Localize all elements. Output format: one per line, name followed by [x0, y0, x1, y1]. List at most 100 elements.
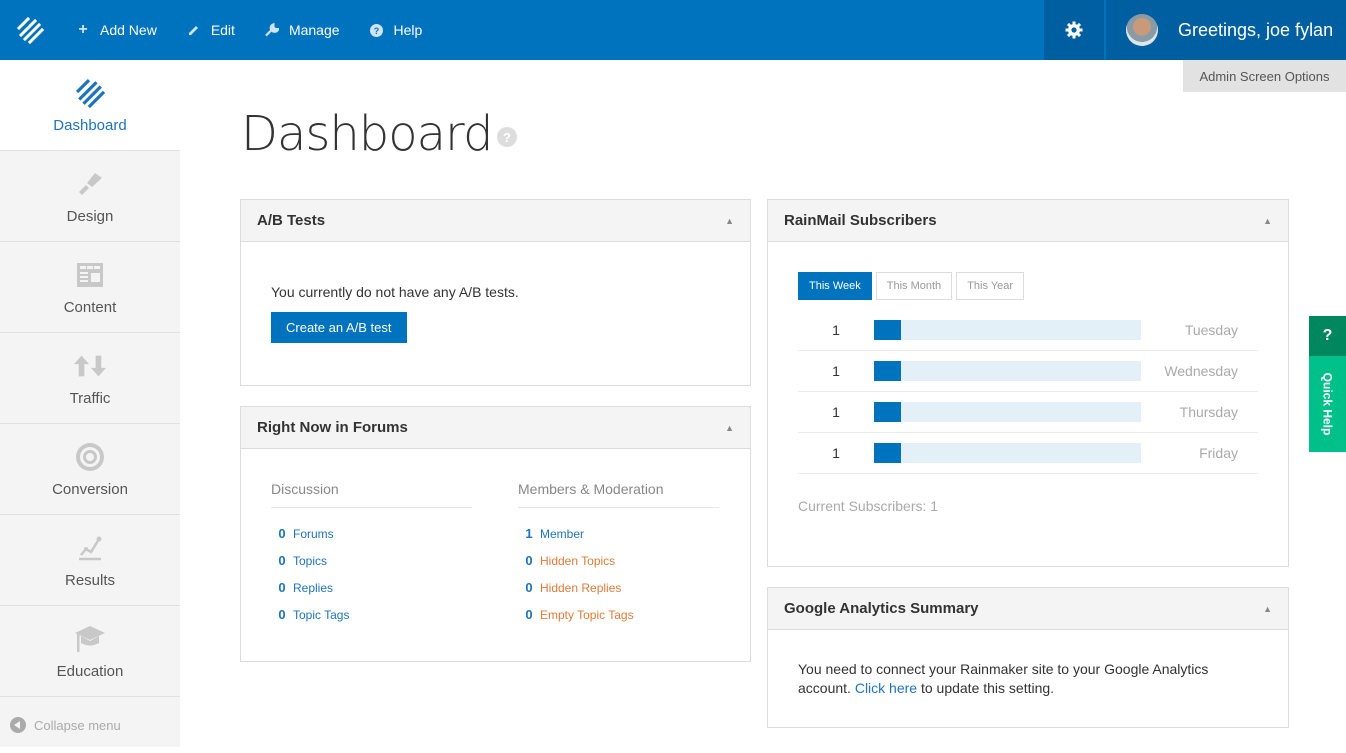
- subscriber-count: 1: [832, 322, 840, 338]
- sidebar-item-dashboard[interactable]: Dashboard: [0, 60, 180, 151]
- question-icon[interactable]: ?: [1309, 316, 1346, 356]
- subscriber-day: Thursday: [1179, 404, 1238, 420]
- subscriber-bar-fill: [874, 361, 901, 381]
- sidebar-item-design[interactable]: Design: [0, 151, 180, 242]
- forums-stat-row[interactable]: 0 Forums: [271, 520, 472, 547]
- line-chart-icon: [74, 532, 106, 564]
- panel-title: Google Analytics Summary: [784, 600, 979, 617]
- top-bar-right: Greetings, joe fylan: [1044, 0, 1346, 60]
- sidebar-item-label: Results: [64, 571, 116, 589]
- rainmaker-logo-icon[interactable]: [0, 0, 60, 60]
- question-circle-icon: ?: [370, 23, 384, 37]
- collapse-menu-button[interactable]: Collapse menu: [0, 697, 180, 753]
- member-stat-row[interactable]: 1 Member: [518, 520, 719, 547]
- stat-count: 0: [278, 580, 286, 595]
- topics-stat-row[interactable]: 0 Topics: [271, 547, 472, 574]
- up-down-arrows-icon: [74, 350, 106, 382]
- sidebar-item-label: Education: [56, 662, 124, 680]
- forums-panel: Right Now in Forums ▲ Discussion 0 Forum…: [240, 406, 751, 662]
- stat-count: 0: [278, 607, 286, 622]
- avatar[interactable]: [1126, 14, 1158, 46]
- collapse-toggle-icon[interactable]: ▲: [1263, 604, 1272, 614]
- sidebar-item-label: Design: [66, 207, 114, 225]
- tab-this-year[interactable]: This Year: [956, 272, 1025, 300]
- collapse-toggle-icon[interactable]: ▲: [725, 216, 734, 226]
- hidden-replies-stat-row[interactable]: 0 Hidden Replies: [518, 574, 719, 601]
- rainmail-subscribers-panel: RainMail Subscribers ▲ This Week This Mo…: [767, 199, 1289, 567]
- sidebar-item-label: Conversion: [52, 480, 128, 498]
- help-label: Help: [393, 22, 423, 38]
- manage-button[interactable]: Manage: [265, 22, 340, 38]
- quick-help-tab[interactable]: ? Quick Help: [1309, 316, 1346, 452]
- stat-label[interactable]: Topics: [293, 554, 327, 568]
- panel-header: Google Analytics Summary ▲: [768, 588, 1288, 630]
- help-icon[interactable]: ?: [497, 127, 517, 147]
- manage-label: Manage: [288, 22, 340, 38]
- quick-help-button[interactable]: Quick Help: [1309, 356, 1346, 452]
- layout-icon: [74, 259, 106, 291]
- subscriber-bar-fill: [874, 402, 901, 422]
- subscriber-row: 1 Friday: [798, 433, 1258, 474]
- settings-button[interactable]: [1044, 0, 1104, 60]
- ab-tests-panel: A/B Tests ▲ You currently do not have an…: [240, 199, 751, 386]
- collapse-toggle-icon[interactable]: ▲: [1263, 216, 1272, 226]
- add-new-button[interactable]: + Add New: [76, 21, 157, 38]
- panel-header: A/B Tests ▲: [241, 200, 750, 242]
- subscriber-row: 1 Thursday: [798, 392, 1258, 433]
- wrench-icon: [265, 22, 279, 37]
- sidebar-item-label: Content: [63, 298, 117, 316]
- svg-text:?: ?: [374, 26, 380, 36]
- sidebar: Dashboard Design Content Traffic Convers…: [0, 60, 180, 747]
- empty-topic-tags-stat-row[interactable]: 0 Empty Topic Tags: [518, 601, 719, 628]
- help-button[interactable]: ? Help: [370, 22, 423, 38]
- members-heading: Members & Moderation: [518, 481, 719, 508]
- google-analytics-message: You need to connect your Rainmaker site …: [768, 630, 1288, 698]
- stat-label[interactable]: Member: [540, 527, 584, 541]
- stat-count: 0: [525, 580, 533, 595]
- plus-icon: +: [78, 21, 88, 38]
- create-ab-test-button[interactable]: Create an A/B test: [271, 312, 407, 343]
- current-subscribers: Current Subscribers: 1: [798, 498, 939, 514]
- topic-tags-stat-row[interactable]: 0 Topic Tags: [271, 601, 472, 628]
- tab-this-week[interactable]: This Week: [798, 272, 872, 300]
- click-here-link[interactable]: Click here: [855, 680, 917, 696]
- subscriber-bar-fill: [874, 443, 901, 463]
- hidden-topics-stat-row[interactable]: 0 Hidden Topics: [518, 547, 719, 574]
- edit-label: Edit: [210, 22, 235, 38]
- subscriber-day: Wednesday: [1164, 363, 1238, 379]
- panel-title: A/B Tests: [257, 212, 326, 229]
- subscriber-day: Friday: [1199, 445, 1238, 461]
- top-bar: + Add New Edit Manage ? Help Greetings, …: [0, 0, 1346, 60]
- admin-screen-options-button[interactable]: Admin Screen Options: [1183, 60, 1346, 92]
- stat-label[interactable]: Forums: [293, 527, 334, 541]
- sidebar-item-label: Traffic: [69, 389, 111, 407]
- subscriber-day: Tuesday: [1184, 322, 1238, 338]
- stat-count: 1: [525, 526, 533, 541]
- collapse-toggle-icon[interactable]: ▲: [725, 423, 734, 433]
- graduation-cap-icon: [74, 623, 106, 655]
- discussion-heading: Discussion: [271, 481, 472, 508]
- stat-label[interactable]: Topic Tags: [293, 608, 349, 622]
- gear-icon: [1065, 21, 1083, 39]
- sidebar-item-education[interactable]: Education: [0, 606, 180, 697]
- edit-button[interactable]: Edit: [187, 22, 235, 38]
- tab-this-month[interactable]: This Month: [875, 272, 953, 300]
- sidebar-item-results[interactable]: Results: [0, 515, 180, 606]
- ab-tests-message: You currently do not have any A/B tests.: [271, 284, 519, 300]
- sidebar-item-content[interactable]: Content: [0, 242, 180, 333]
- stat-label[interactable]: Replies: [293, 581, 333, 595]
- stat-label[interactable]: Empty Topic Tags: [540, 608, 634, 622]
- stat-label[interactable]: Hidden Replies: [540, 581, 621, 595]
- panel-title: RainMail Subscribers: [784, 212, 937, 229]
- collapse-menu-label: Collapse menu: [34, 717, 121, 733]
- stat-label[interactable]: Hidden Topics: [540, 554, 615, 568]
- panel-header: RainMail Subscribers ▲: [768, 200, 1288, 242]
- period-tabs: This Week This Month This Year: [798, 272, 1258, 300]
- replies-stat-row[interactable]: 0 Replies: [271, 574, 472, 601]
- sidebar-item-conversion[interactable]: Conversion: [0, 424, 180, 515]
- quick-help-label: Quick Help: [1320, 372, 1335, 436]
- user-menu[interactable]: Greetings, joe fylan: [1106, 0, 1346, 60]
- add-new-label: Add New: [100, 22, 157, 38]
- stat-count: 0: [278, 526, 286, 541]
- sidebar-item-traffic[interactable]: Traffic: [0, 333, 180, 424]
